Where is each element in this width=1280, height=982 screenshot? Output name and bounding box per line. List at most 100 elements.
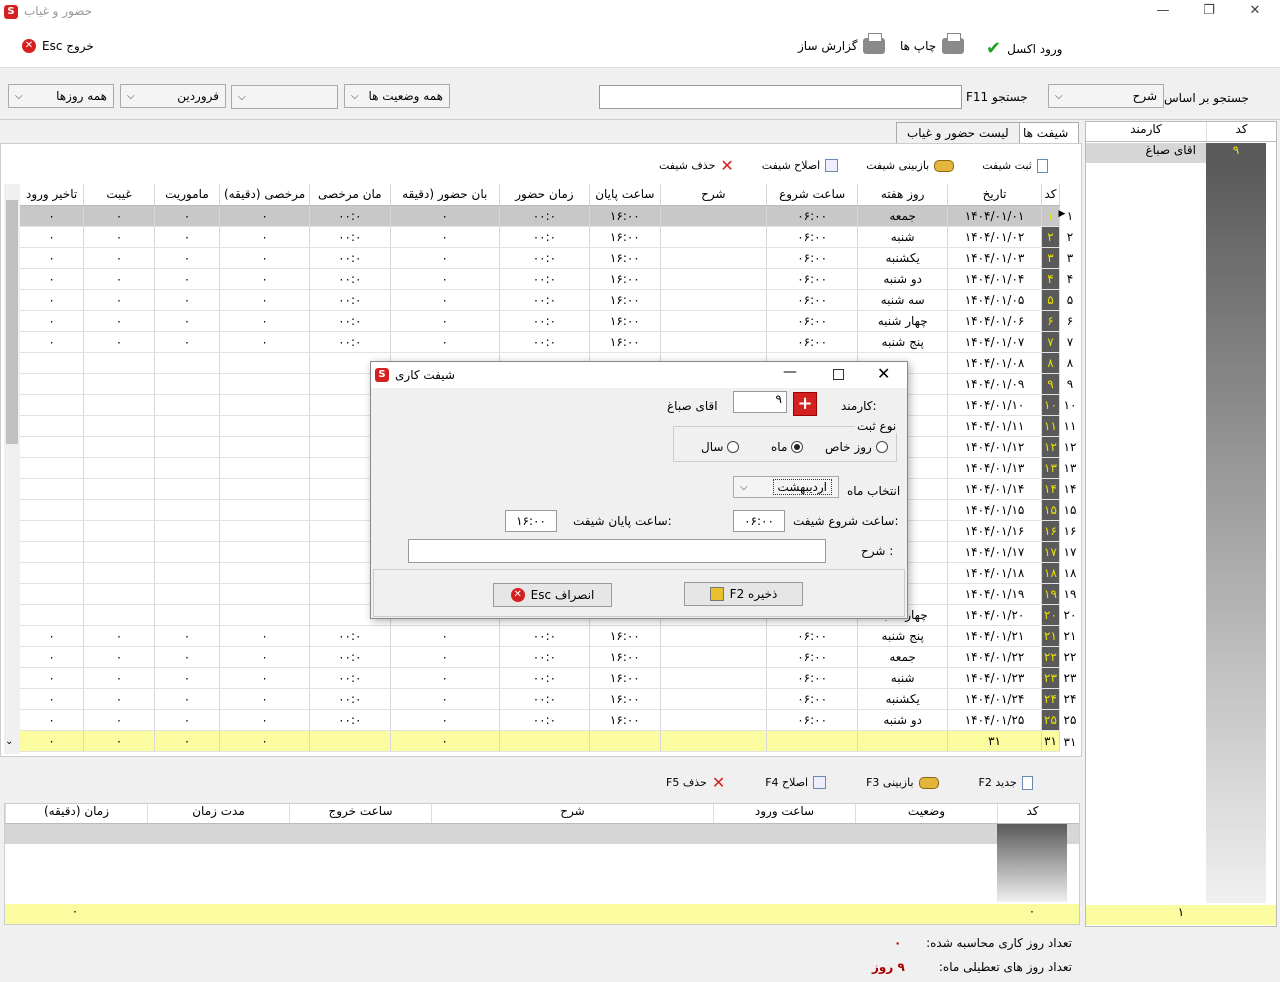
detail-column-header[interactable]: ساعت خروج	[289, 804, 431, 823]
table-row[interactable]: ۰ ۰ ۰ ۰ ۰۰:۰ ۰ ۰۰:۰ ۱۶:۰۰ ۰۶:۰۰ جمعه ۱۴۰۴/۰۱/۲۲ ۲۲	[20, 646, 1060, 668]
dialog-maximize-button[interactable]	[833, 369, 844, 380]
table-row[interactable]: ۰ ۰ ۰ ۰ ۰۰:۰ ۰ ۰۰:۰ ۱۶:۰۰ ۰۶:۰۰ دو شنبه ۱۴۰۴/۰۱/۰۴…	[20, 268, 1060, 290]
report-builder-button[interactable]: گزارش ساز	[798, 33, 886, 54]
search-by-value: شرح	[1132, 89, 1157, 103]
employee-code-input[interactable]: ۹	[733, 391, 787, 413]
tab-shifts[interactable]: شیفت ها	[1012, 122, 1080, 144]
add-employee-icon[interactable]: +	[793, 392, 817, 416]
cancel-button[interactable]: انصراف Esc ✕	[493, 583, 612, 607]
blank-select[interactable]: ⌵	[231, 85, 338, 109]
column-header[interactable]: شرح	[660, 184, 768, 206]
exit-button[interactable]: خروج Esc ✕	[22, 39, 94, 53]
table-cell: ۰	[219, 289, 311, 311]
start-time-input[interactable]: ۰۶:۰۰	[733, 510, 785, 532]
detail-selected-row[interactable]	[5, 824, 1079, 844]
table-cell: پنج شنبه	[857, 625, 949, 647]
table-row[interactable]: ۰ ۰ ۰ ۰ ۰۰:۰ ۰ ۰۰:۰ ۱۶:۰۰ ۰۶:۰۰ جمعه ۱۴۰۴/۰۱/۰۱ ۱	[20, 205, 1060, 227]
column-header[interactable]: غیبت	[83, 184, 155, 206]
employee-row[interactable]: ۹ اقای صباغ	[1086, 143, 1276, 163]
new-button[interactable]: جدید F2	[979, 775, 1033, 790]
status-select[interactable]: همه وضعیت ها ⌵	[344, 84, 450, 108]
detail-column-header[interactable]: شرح	[431, 804, 713, 823]
table-cell	[219, 520, 311, 542]
search-input[interactable]	[599, 85, 962, 109]
table-row[interactable]: ۰ ۰ ۰ ۰ ۰۰:۰ ۰ ۰۰:۰ ۱۶:۰۰ ۰۶:۰۰ چهار شنبه ۱۴۰۴/۰۱/…	[20, 310, 1060, 332]
save-shift-button[interactable]: ثبت شیفت	[982, 158, 1048, 173]
table-row[interactable]: ۰ ۰ ۰ ۰ ۰۰:۰ ۰ ۰۰:۰ ۱۶:۰۰ ۰۶:۰۰ پنج شنبه ۱۴۰۴/۰۱/۲…	[20, 625, 1060, 647]
table-cell: ۰۶:۰۰	[766, 331, 859, 353]
column-header[interactable]: ساعت پایان	[589, 184, 661, 206]
column-header[interactable]: بان حضور (دقیقه	[390, 184, 500, 206]
grid-scrollbar[interactable]: ⌄	[4, 184, 20, 754]
radio-specific-day[interactable]: روز خاص	[825, 440, 888, 454]
review-shift-button[interactable]: بازبینی شیفت	[866, 159, 955, 172]
end-time-input[interactable]: ۱۶:۰۰	[505, 510, 557, 532]
delete-button[interactable]: ✕ حذف F5	[666, 773, 725, 792]
column-header[interactable]: مرخصی (دقیقه)	[219, 184, 311, 206]
table-cell: ۰	[20, 226, 85, 248]
print-label: چاپ ها	[900, 39, 937, 53]
column-header[interactable]: تاریخ	[947, 184, 1042, 206]
tab-attendance-list[interactable]: لیست حضور و غیاب	[896, 122, 1020, 144]
scrollbar-thumb[interactable]	[6, 200, 18, 444]
description-input[interactable]	[408, 539, 826, 563]
column-header[interactable]: ماموریت	[154, 184, 221, 206]
table-cell: ۰	[154, 268, 221, 290]
delete-shift-button[interactable]: ✕ حذف شیفت	[659, 156, 734, 175]
column-header[interactable]: ساعت شروع	[766, 184, 859, 206]
detail-column-header[interactable]: ساعت ورود	[713, 804, 855, 823]
days-select[interactable]: همه روزها ⌵	[8, 84, 114, 108]
table-row[interactable]: ۰ ۰ ۰ ۰ ۰۰:۰ ۰ ۰۰:۰ ۱۶:۰۰ ۰۶:۰۰ دو شنبه ۱۴۰۴/۰۱/۲۵…	[20, 709, 1060, 731]
radio-specific-day-label: روز خاص	[825, 440, 872, 454]
table-cell: ۰	[83, 205, 155, 227]
table-cell	[20, 583, 85, 605]
table-row[interactable]: ۰ ۰ ۰ ۰ ۰۰:۰ ۰ ۰۰:۰ ۱۶:۰۰ ۰۶:۰۰ یکشنبه ۱۴۰۴/۰۱/۰۳ ۳	[20, 247, 1060, 269]
radio-month[interactable]: ماه	[771, 440, 804, 454]
edit-icon	[825, 159, 839, 172]
detail-column-header[interactable]: کد	[997, 804, 1067, 823]
report-builder-label: گزارش ساز	[798, 39, 858, 53]
scroll-down-icon[interactable]: ⌄	[5, 736, 13, 747]
edit-button[interactable]: اصلاح F4	[765, 776, 827, 789]
column-header[interactable]: کد	[1041, 184, 1060, 206]
excel-import-button[interactable]: ورود اکسل ✔	[986, 38, 1062, 59]
table-row[interactable]: ۰ ۰ ۰ ۰ ۰۰:۰ ۰ ۰۰:۰ ۱۶:۰۰ ۰۶:۰۰ یکشنبه ۱۴۰۴/۰۱/۲۴ ۲…	[20, 688, 1060, 710]
minimize-button[interactable]: —	[1140, 0, 1186, 24]
employee-summary: ۱	[1086, 905, 1276, 925]
table-cell: ۰	[83, 247, 155, 269]
month-select[interactable]: فروردین ⌵	[120, 84, 226, 108]
detail-column-header[interactable]: مدت زمان	[147, 804, 289, 823]
search-by-select[interactable]: شرح ⌵	[1048, 84, 1164, 108]
table-cell: ۰	[154, 289, 221, 311]
print-button[interactable]: چاپ ها	[900, 33, 965, 54]
table-row[interactable]: ۰ ۰ ۰ ۰ ۰۰:۰ ۰ ۰۰:۰ ۱۶:۰۰ ۰۶:۰۰ شنبه ۱۴۰۴/۰۱/۰۲ ۲	[20, 226, 1060, 248]
restore-button[interactable]: ❐	[1186, 0, 1232, 24]
column-header[interactable]: مان مرخصی	[309, 184, 391, 206]
table-row[interactable]: ۰ ۰ ۰ ۰ ۰۰:۰ ۰ ۰۰:۰ ۱۶:۰۰ ۰۶:۰۰ پنج شنبه ۱۴۰۴/۰۱/۰…	[20, 331, 1060, 353]
column-header[interactable]: روز هفته	[857, 184, 949, 206]
row-number: ۳	[1066, 251, 1074, 265]
detail-column-header[interactable]: زمان (دقیقه)	[5, 804, 147, 823]
table-cell: ۱۴۰۴/۰۱/۲۳	[947, 667, 1042, 689]
column-header[interactable]: زمان حضور	[499, 184, 590, 206]
table-row[interactable]: ۰ ۰ ۰ ۰ ۰۰:۰ ۰ ۰۰:۰ ۱۶:۰۰ ۰۶:۰۰ شنبه ۱۴۰۴/۰۱/۲۳ ۲۳	[20, 667, 1060, 689]
dialog-close-button[interactable]: ✕	[877, 364, 890, 383]
table-cell	[154, 457, 221, 479]
table-cell: ۱۶:۰۰	[589, 331, 661, 353]
dialog-minimize-button[interactable]: —	[783, 364, 797, 380]
table-cell: ۰	[390, 625, 500, 647]
table-row[interactable]: ۰ ۰ ۰ ۰ ۰۰:۰ ۰ ۰۰:۰ ۱۶:۰۰ ۰۶:۰۰ سه شنبه ۱۴۰۴/۰۱/۰۵…	[20, 289, 1060, 311]
detail-column-header[interactable]: وضعیت	[855, 804, 997, 823]
radio-year[interactable]: سال	[701, 440, 740, 454]
column-header[interactable]: تاخیر ورود	[20, 184, 85, 206]
table-cell: ۰۰:۰	[499, 331, 590, 353]
row-number: ۱۵	[1063, 503, 1077, 517]
table-cell: ۰	[20, 205, 85, 227]
dialog-month-select[interactable]: اردیبهشت ⌵	[733, 476, 839, 498]
close-button[interactable]: ✕	[1232, 0, 1278, 24]
save-button[interactable]: ذخیره F2	[684, 582, 803, 606]
edit-shift-button[interactable]: اصلاح شیفت	[762, 159, 839, 172]
table-cell	[219, 499, 311, 521]
employee-code-column	[1206, 163, 1266, 903]
review-button[interactable]: بازبینی F3	[866, 776, 939, 789]
